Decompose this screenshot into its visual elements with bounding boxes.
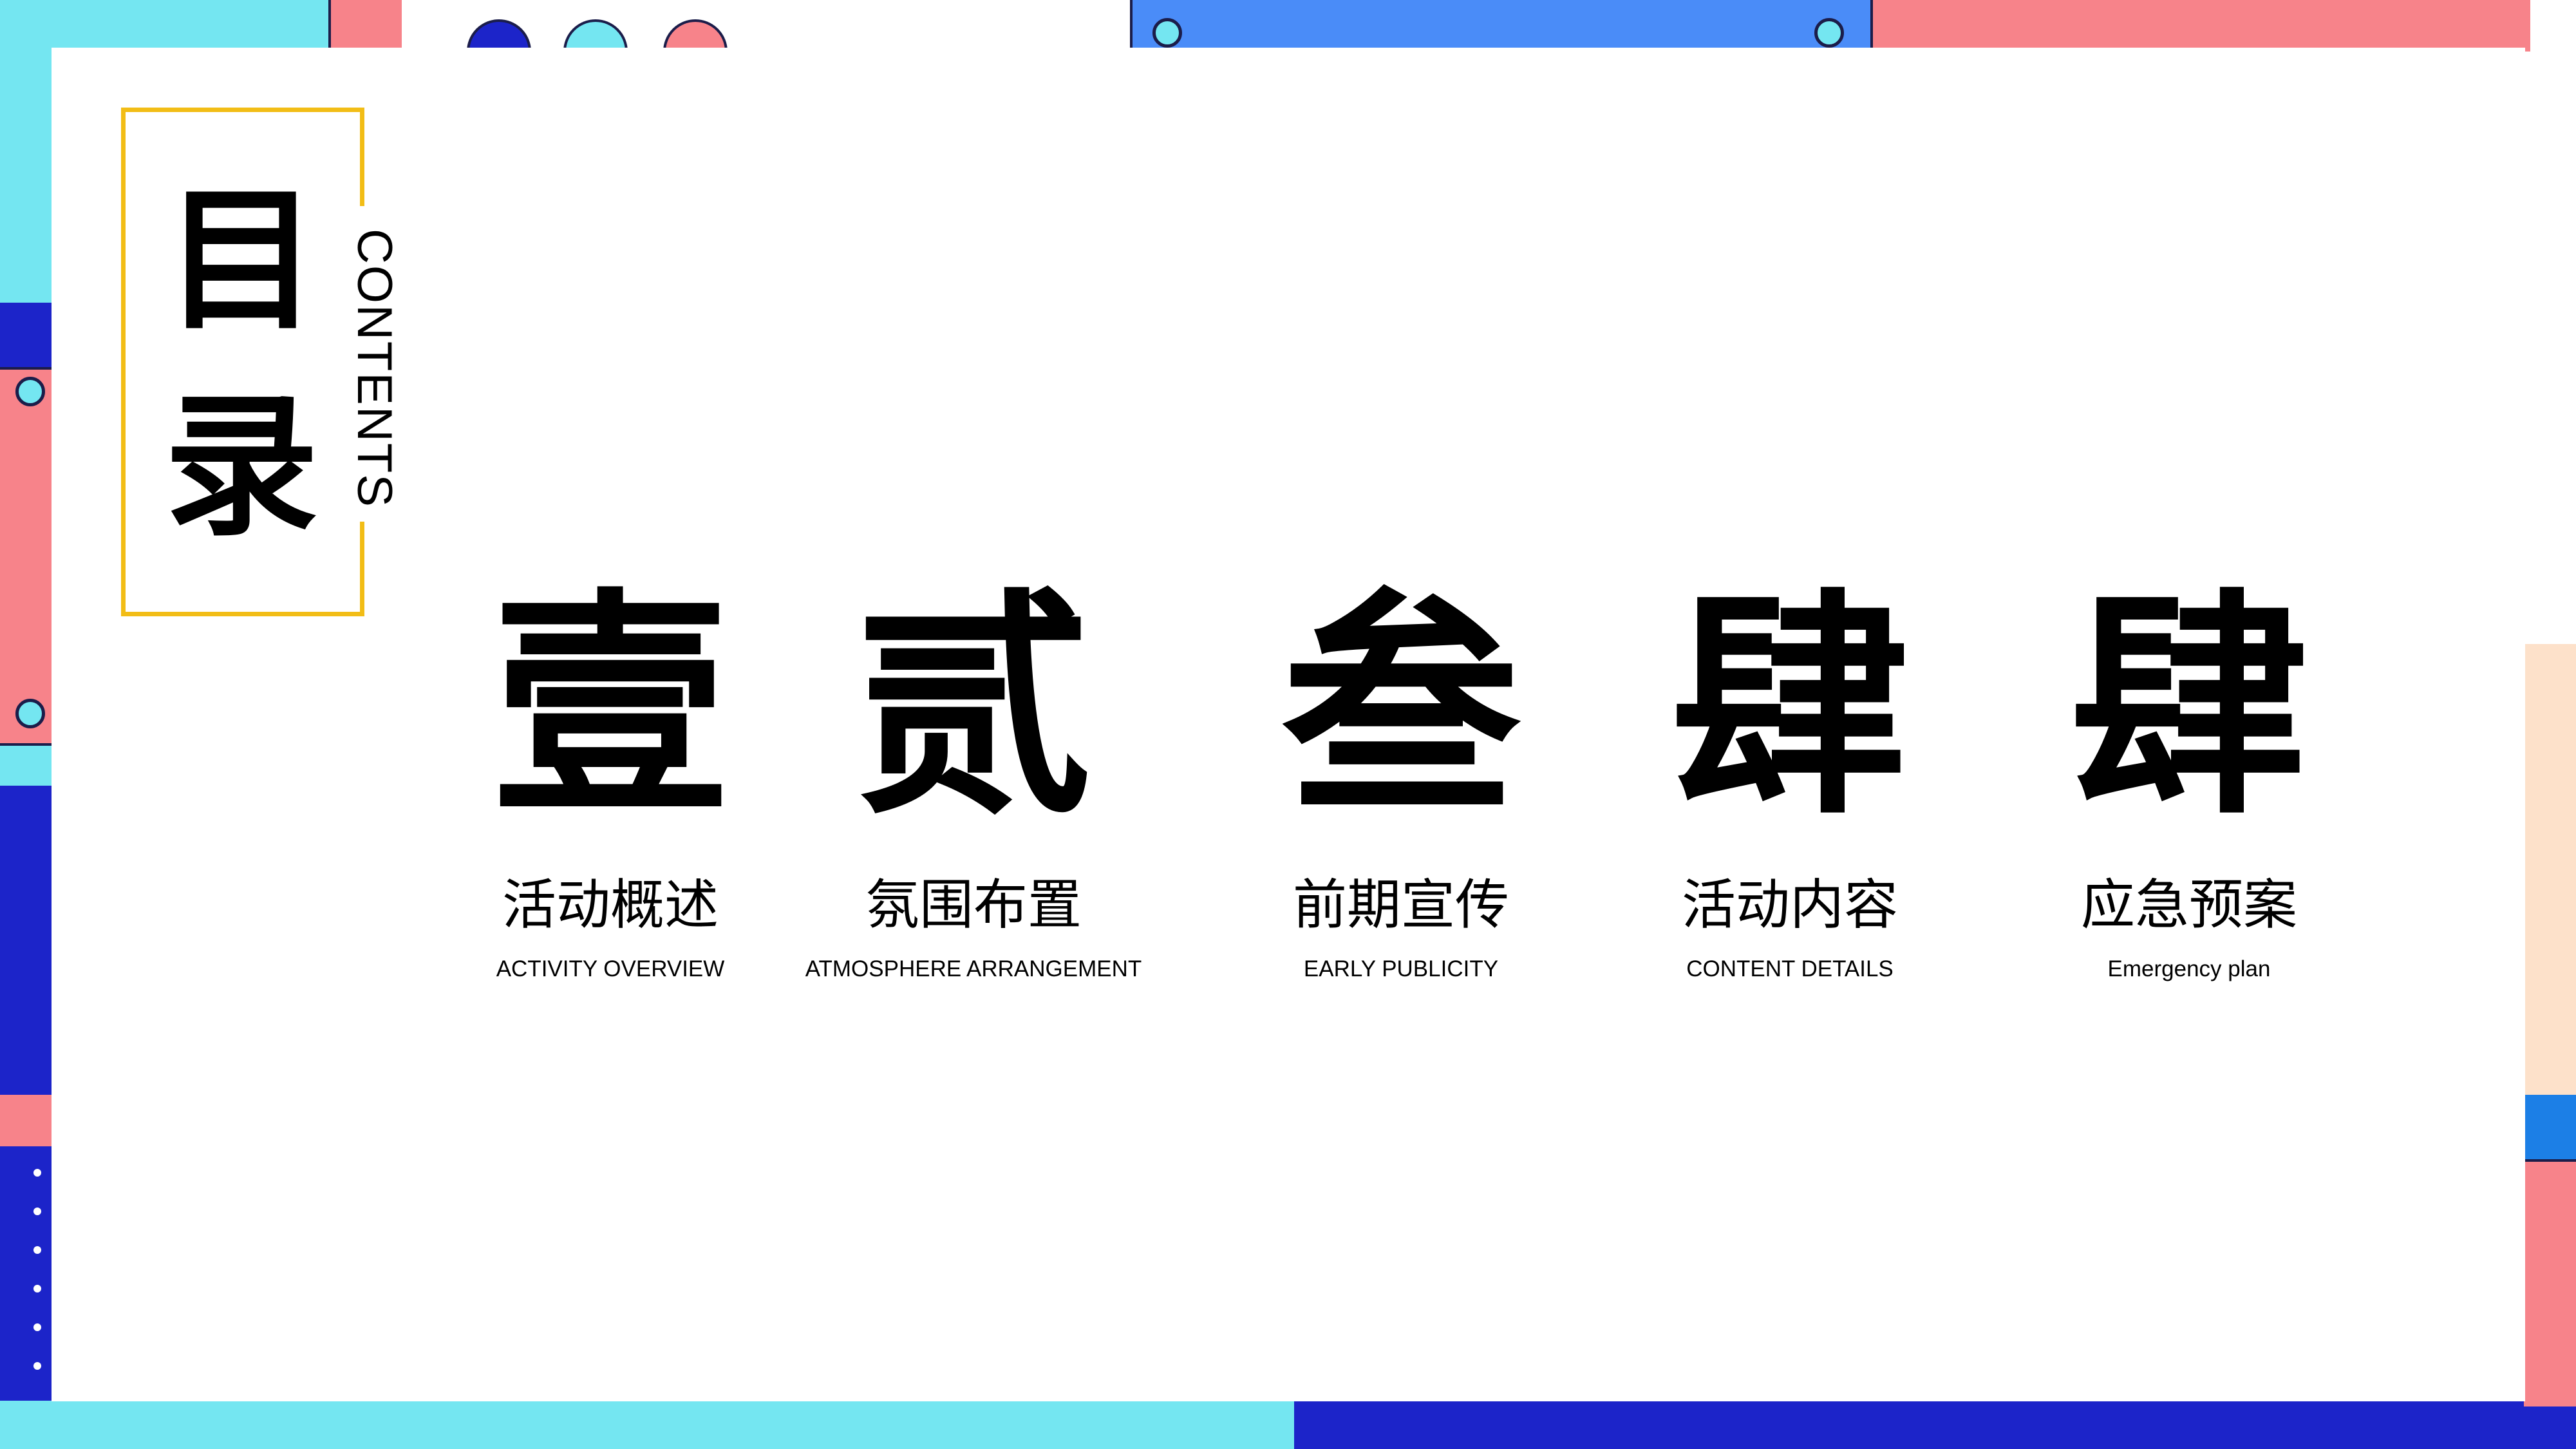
bg-top-pink-block — [328, 0, 402, 52]
agenda-subtitle: CONTENT DETAILS — [1686, 956, 1894, 981]
bg-top-right-pink-block — [1870, 0, 2576, 52]
bg-left-pink-block-2 — [0, 1095, 58, 1146]
decor-dot — [33, 1208, 41, 1215]
page-title: 目 录 — [161, 158, 322, 570]
page-title-char-2: 录 — [164, 377, 319, 557]
agenda-item-3: 叁 前期宣传 EARLY PUBLICITY — [1221, 567, 1581, 985]
agenda-number: 叁 — [1282, 570, 1520, 847]
slide: 目 录 CONTENTS 壹 活动概述 ACTIVITY OVERVIEW 贰 … — [0, 0, 2576, 1449]
bg-right-pink-block — [2524, 1159, 2576, 1406]
agenda-number: 肆 — [1671, 570, 1909, 847]
agenda-item-5: 肆 应急预案 Emergency plan — [2009, 567, 2369, 985]
agenda-subtitle: ATMOSPHERE ARRANGEMENT — [805, 956, 1142, 981]
decor-dot — [33, 1285, 41, 1293]
bg-right-peach-block — [2524, 644, 2576, 1095]
decor-ring — [1814, 18, 1844, 48]
bg-bottom-cyan-strip — [0, 1401, 1294, 1449]
agenda-subtitle: EARLY PUBLICITY — [1303, 956, 1499, 981]
bg-left-pink-block — [0, 367, 58, 746]
bg-bottom-blue-strip — [1294, 1401, 2576, 1449]
agenda-title: 氛围布置 — [865, 873, 1082, 936]
decor-ring — [1152, 18, 1182, 48]
bg-left-blue-dotted-block — [0, 1146, 58, 1404]
bg-top-cyan-block — [0, 0, 328, 52]
agenda-item-4: 肆 活动内容 CONTENT DETAILS — [1610, 567, 1970, 985]
agenda-title: 应急预案 — [2080, 873, 2297, 936]
page-subtitle: CONTENTS — [347, 229, 402, 508]
agenda-title: 活动内容 — [1681, 873, 1898, 936]
agenda-item-2: 贰 氛围布置 ATMOSPHERE ARRANGEMENT — [793, 567, 1154, 985]
agenda-title: 活动概述 — [502, 873, 719, 936]
bg-top-right-notch — [2530, 0, 2576, 52]
bg-top-blue-block — [1130, 0, 1873, 52]
decor-dot — [33, 1246, 41, 1254]
decor-dot — [33, 1362, 41, 1370]
agenda-subtitle: Emergency plan — [2107, 956, 2271, 981]
decor-ring — [15, 377, 45, 406]
agenda-item-1: 壹 活动概述 ACTIVITY OVERVIEW — [430, 567, 791, 985]
agenda-number: 肆 — [2070, 570, 2308, 847]
decor-dot — [33, 1169, 41, 1177]
decor-dot — [33, 1323, 41, 1331]
bg-right-blue-block — [2524, 1095, 2576, 1159]
agenda-title: 前期宣传 — [1292, 873, 1509, 936]
page-title-char-1: 目 — [164, 171, 319, 351]
agenda-number: 壹 — [491, 570, 729, 847]
bg-left-blue-block-2 — [0, 786, 58, 1095]
bg-left-blue-block — [0, 303, 58, 367]
agenda-subtitle: ACTIVITY OVERVIEW — [496, 956, 725, 981]
agenda-number: 贰 — [854, 570, 1093, 847]
decor-ring — [15, 699, 45, 728]
